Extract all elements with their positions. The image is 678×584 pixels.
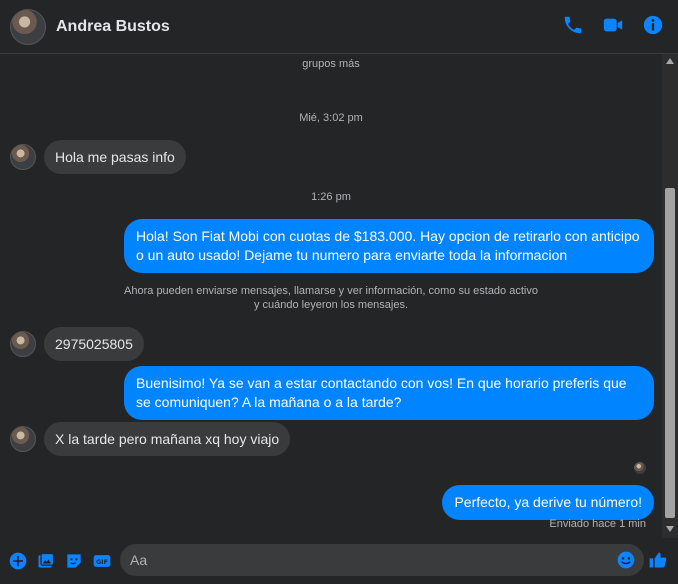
message-input[interactable] xyxy=(130,551,610,569)
message-bubble[interactable]: Hola me pasas info xyxy=(44,140,186,174)
message-list[interactable]: grupos más Mié, 3:02 pm Hola me pasas in… xyxy=(0,54,662,538)
outgoing-message[interactable]: Hola! Son Fiat Mobi con cuotas de $183.0… xyxy=(124,219,654,273)
message-bubble[interactable]: 2975025805 xyxy=(44,327,144,361)
privacy-notice-line1: Ahora pueden enviarse mensajes, llamarse… xyxy=(124,285,538,297)
message-composer: GIF xyxy=(0,538,678,584)
delivery-status: Enviado hace 1 min xyxy=(549,518,646,530)
plus-icon[interactable] xyxy=(8,551,28,571)
sender-avatar[interactable] xyxy=(10,426,36,452)
like-icon[interactable] xyxy=(648,550,668,570)
timestamp: Mié, 3:02 pm xyxy=(299,112,363,124)
phone-icon[interactable] xyxy=(562,14,584,36)
sender-avatar[interactable] xyxy=(10,144,36,170)
incoming-message: Hola me pasas info xyxy=(10,140,186,174)
sender-avatar[interactable] xyxy=(10,331,36,357)
contact-name[interactable]: Andrea Bustos xyxy=(56,18,170,36)
image-icon[interactable] xyxy=(36,551,56,571)
video-call-icon[interactable] xyxy=(602,14,624,36)
message-bubble[interactable]: X la tarde pero mañana xq hoy viajo xyxy=(44,422,291,456)
scroll-down-arrow-icon[interactable] xyxy=(666,526,674,532)
gif-icon[interactable]: GIF xyxy=(92,551,112,571)
message-input-wrapper xyxy=(120,544,644,576)
outgoing-message[interactable]: Buenisimo! Ya se van a estar contactando… xyxy=(124,366,654,420)
outgoing-message[interactable]: Perfecto, ya derive tu número! xyxy=(442,485,654,520)
conversation-header: Andrea Bustos xyxy=(0,0,678,54)
timestamp: 1:26 pm xyxy=(311,191,351,203)
emoji-icon[interactable] xyxy=(616,550,636,570)
svg-text:GIF: GIF xyxy=(96,559,108,566)
info-icon[interactable] xyxy=(642,14,664,36)
sticker-icon[interactable] xyxy=(64,551,84,571)
scroll-up-arrow-icon[interactable] xyxy=(666,58,674,64)
incoming-message: 2975025805 xyxy=(10,327,144,361)
system-text-partial: grupos más xyxy=(302,58,360,70)
incoming-message: X la tarde pero mañana xq hoy viajo xyxy=(10,422,291,456)
header-actions xyxy=(562,14,664,36)
scroll-thumb[interactable] xyxy=(665,188,675,518)
scrollbar[interactable] xyxy=(662,54,678,538)
seen-indicator-avatar xyxy=(634,462,646,474)
privacy-notice-line2: y cuándo leyeron los mensajes. xyxy=(253,299,409,311)
contact-avatar[interactable] xyxy=(10,8,46,45)
